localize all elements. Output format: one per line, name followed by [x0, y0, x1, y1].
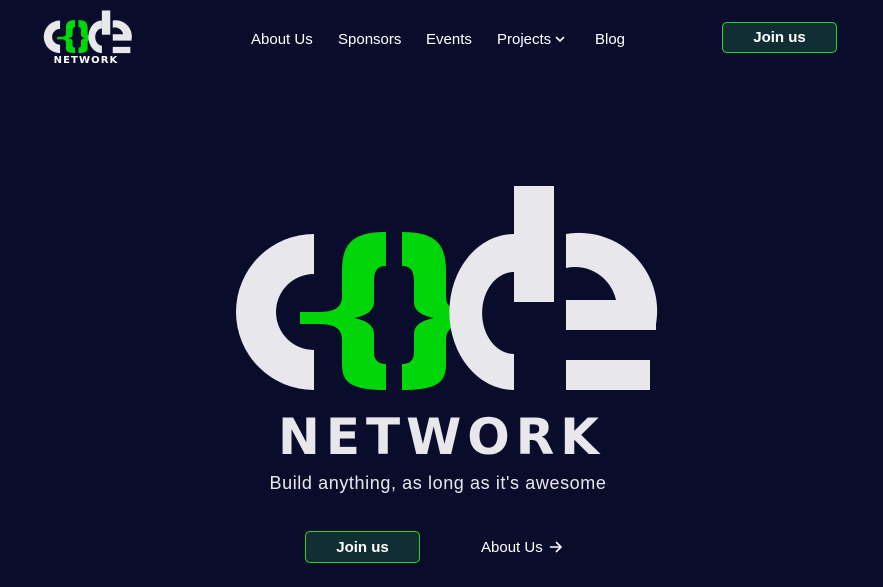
arrow-right-icon — [549, 541, 562, 553]
code-logo-mark-small — [43, 10, 132, 54]
nav-link-projects[interactable]: Projects — [497, 31, 565, 48]
join-us-button-hero[interactable]: Join us — [305, 531, 420, 563]
nav-link-events[interactable]: Events — [426, 31, 472, 48]
about-us-link[interactable]: About Us — [481, 537, 563, 557]
nav-link-blog[interactable]: Blog — [595, 31, 625, 48]
join-us-button-header[interactable]: Join us — [722, 22, 837, 53]
chevron-down-icon — [555, 36, 565, 42]
about-us-link-label: About Us — [481, 538, 543, 556]
nav-link-projects-label: Projects — [497, 30, 552, 48]
hero-tagline: Build anything, as long as it's awesome — [269, 473, 607, 493]
nav-link-about-us[interactable]: About Us — [251, 31, 313, 48]
site-logo[interactable]: NETWORK — [40, 9, 132, 67]
site-header: NETWORK About Us Sponsors Events Project… — [0, 0, 883, 80]
code-logo-mark — [236, 186, 658, 390]
logo-caption: NETWORK — [53, 55, 119, 66]
nav-link-sponsors[interactable]: Sponsors — [338, 31, 401, 48]
hero-title: NETWORK — [277, 408, 605, 466]
hero-logo — [218, 184, 658, 394]
